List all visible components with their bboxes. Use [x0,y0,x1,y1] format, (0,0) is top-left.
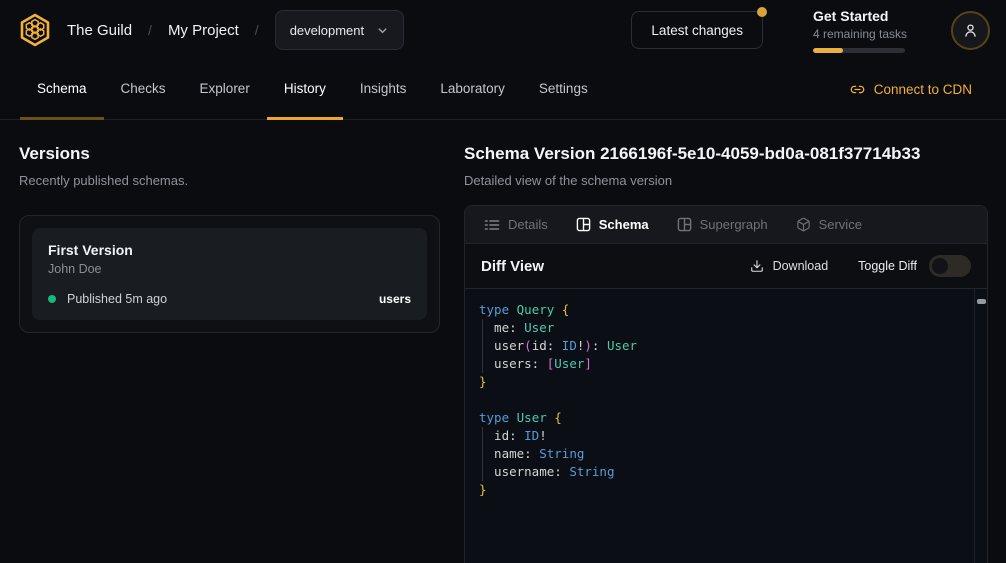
version-author: John Doe [48,262,411,276]
code-line: id: ID! [479,427,961,445]
detail-tab-supergraph[interactable]: Supergraph [666,206,779,243]
get-started-progress-track [813,48,905,53]
connect-to-cdn-link[interactable]: Connect to CDN [836,60,986,119]
tab-insights[interactable]: Insights [343,60,424,120]
code-line: me: User [479,319,961,337]
code-line: } [479,373,961,391]
top-header: The Guild / My Project / development Lat… [0,0,1006,60]
cube-icon [796,217,811,232]
version-detail-box: Details Schema Sup [464,205,988,563]
breadcrumb: The Guild / My Project / development [67,10,404,50]
code-line: type Query { [479,301,961,319]
detail-tab-details[interactable]: Details [473,206,559,243]
main-nav: Schema Checks Explorer History Insights … [0,60,1006,120]
download-icon [750,259,764,273]
list-icon [484,217,500,233]
toggle-diff-label: Toggle Diff [858,259,917,273]
code-scrollbar[interactable] [974,289,987,563]
version-detail-subtitle: Detailed view of the schema version [464,173,988,188]
link-icon [850,82,865,97]
diff-view-header: Diff View Download Toggle Diff [465,243,987,288]
version-name: First Version [48,242,411,258]
versions-panel: Versions Recently published schemas. Fir… [0,120,464,563]
code-line: name: String [479,445,961,463]
tab-explorer[interactable]: Explorer [183,60,267,120]
code-line: } [479,481,961,499]
breadcrumb-project[interactable]: My Project [168,22,239,39]
code-line: user(id: ID!): User [479,337,961,355]
versions-title: Versions [19,142,440,166]
tab-settings[interactable]: Settings [522,60,605,120]
code-block: type Query { me: User user(id: ID!): Use… [479,301,961,499]
switch-knob [932,258,948,274]
layout-icon [677,217,692,232]
tab-history[interactable]: History [267,60,343,120]
toggle-diff-switch[interactable] [929,255,971,277]
get-started-subtitle: 4 remaining tasks [813,27,905,41]
tab-laboratory[interactable]: Laboratory [423,60,522,120]
environment-selector-value: development [290,23,364,38]
tab-schema[interactable]: Schema [20,60,104,120]
indent-guide [482,427,483,481]
breadcrumb-org[interactable]: The Guild [67,22,132,39]
code-line: users: [User] [479,355,961,373]
get-started-title: Get Started [813,8,905,25]
published-status-text: Published 5m ago [67,292,167,306]
code-line: type User { [479,409,961,427]
environment-selector[interactable]: development [275,10,404,50]
service-badge: users [379,292,411,306]
published-status-dot [48,295,56,303]
notification-dot [757,7,767,17]
diff-view-title: Diff View [481,258,544,275]
connect-to-cdn-label: Connect to CDN [874,82,972,97]
person-icon [962,22,979,39]
schema-code-viewer: type Query { me: User user(id: ID!): Use… [465,288,987,563]
detail-tab-schema[interactable]: Schema [565,206,660,243]
breadcrumb-separator: / [148,22,152,38]
user-avatar[interactable] [951,11,990,50]
version-list-item[interactable]: First Version John Doe Published 5m ago … [32,228,427,320]
detail-tab-service[interactable]: Service [785,206,873,243]
code-line: username: String [479,463,961,481]
latest-changes-button[interactable]: Latest changes [631,11,763,49]
get-started-widget[interactable]: Get Started 4 remaining tasks [813,8,905,53]
version-detail-panel: Schema Version 2166196f-5e10-4059-bd0a-0… [464,120,1006,563]
latest-changes-label: Latest changes [651,23,743,38]
scrollbar-thumb[interactable] [977,299,986,304]
main-content: Versions Recently published schemas. Fir… [0,120,1006,563]
versions-subtitle: Recently published schemas. [19,173,440,188]
download-button[interactable]: Download [750,259,829,273]
version-detail-title: Schema Version 2166196f-5e10-4059-bd0a-0… [464,142,988,166]
layout-icon [576,217,591,232]
versions-list-card: First Version John Doe Published 5m ago … [19,215,440,333]
progress-fill [813,48,843,53]
hive-logo-icon[interactable] [16,11,54,49]
breadcrumb-separator: / [255,22,259,38]
indent-guide [482,319,483,373]
tab-checks[interactable]: Checks [104,60,183,120]
code-line [479,391,961,409]
version-meta-row: Published 5m ago users [48,292,411,306]
detail-tabs: Details Schema Sup [465,206,987,243]
chevron-down-icon [376,24,389,37]
